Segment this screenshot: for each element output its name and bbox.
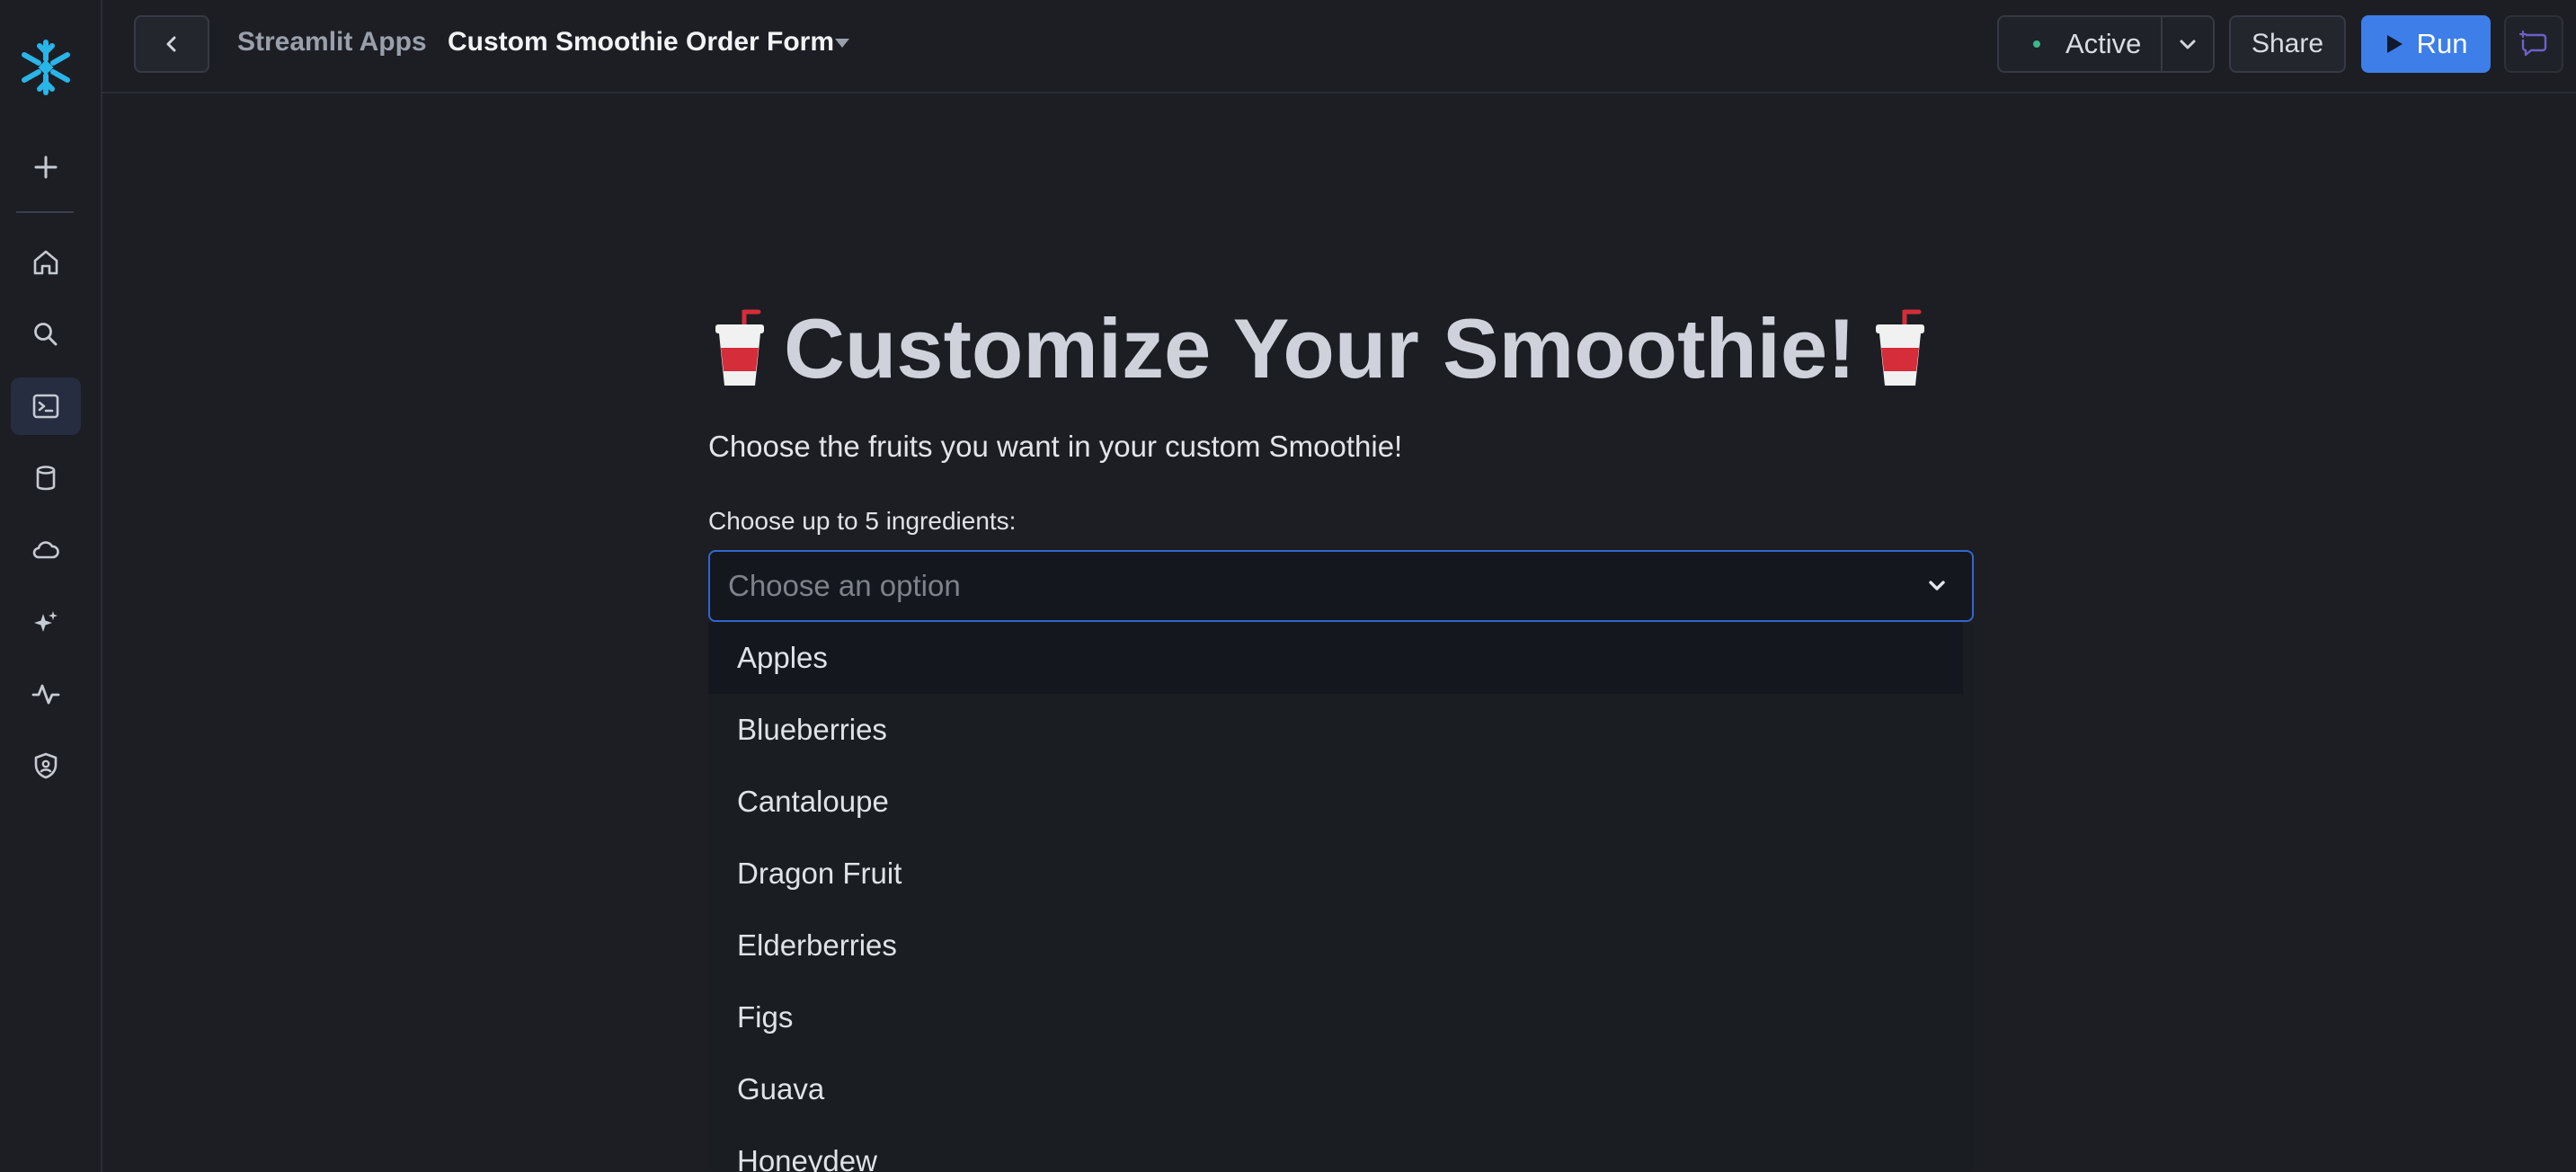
chevron-down-icon bbox=[2180, 40, 2196, 49]
chevron-left-icon bbox=[166, 36, 176, 52]
option-item[interactable]: Apples bbox=[708, 622, 1963, 694]
back-button[interactable] bbox=[134, 15, 209, 73]
chat-button[interactable] bbox=[2504, 15, 2563, 73]
activity-icon bbox=[31, 684, 60, 705]
ingredients-label: Choose up to 5 ingredients: bbox=[708, 507, 1017, 535]
status-dot-icon bbox=[2033, 40, 2040, 48]
option-item[interactable]: Figs bbox=[708, 981, 1974, 1053]
sidebar-item-projects[interactable] bbox=[11, 377, 81, 435]
page-subtitle: Choose the fruits you want in your custo… bbox=[708, 430, 1403, 463]
snowflake-logo[interactable] bbox=[16, 38, 76, 97]
run-button[interactable]: Run bbox=[2361, 15, 2491, 73]
sidebar-item-ai-ml[interactable] bbox=[11, 593, 81, 651]
run-button-label: Run bbox=[2416, 28, 2468, 59]
status-button[interactable]: Active bbox=[1999, 17, 2163, 71]
warehouse-status-control[interactable]: Active bbox=[1997, 15, 2215, 73]
option-item[interactable]: Guava bbox=[708, 1053, 1974, 1125]
option-item[interactable]: Elderberries bbox=[708, 910, 1974, 981]
cup-with-straw-icon bbox=[715, 309, 764, 386]
option-item[interactable]: Honeydew bbox=[708, 1125, 1974, 1172]
app-title[interactable]: Custom Smoothie Order Form bbox=[448, 27, 834, 58]
shield-icon bbox=[34, 752, 58, 779]
options-dropdown[interactable]: Apples Blueberries Cantaloupe Dragon Fru… bbox=[708, 622, 1974, 1172]
sidebar-item-data-products[interactable] bbox=[11, 521, 81, 579]
chat-plus-icon bbox=[2518, 30, 2547, 57]
play-icon bbox=[2386, 35, 2403, 53]
ingredients-multiselect[interactable]: Choose an option bbox=[708, 550, 1974, 622]
status-dropdown-button[interactable] bbox=[2163, 17, 2213, 71]
database-icon bbox=[36, 466, 56, 491]
top-bar: Streamlit Apps Custom Smoothie Order For… bbox=[102, 0, 2576, 93]
plus-icon bbox=[34, 155, 58, 179]
cup-with-straw-icon bbox=[1875, 309, 1924, 386]
home-icon bbox=[33, 250, 58, 275]
chevron-down-icon[interactable] bbox=[1923, 573, 1950, 599]
page-title-text: Customize Your Smoothie! bbox=[784, 301, 1856, 395]
option-item[interactable]: Cantaloupe bbox=[708, 766, 1974, 838]
breadcrumb-parent[interactable]: Streamlit Apps bbox=[237, 27, 427, 58]
app-content: Customize Your Smoothie! Choose the frui… bbox=[102, 93, 2576, 1172]
option-item[interactable]: Dragon Fruit bbox=[708, 838, 1974, 910]
page-title: Customize Your Smoothie! bbox=[708, 300, 1932, 397]
option-item[interactable]: Blueberries bbox=[708, 694, 1974, 766]
app-window: Streamlit Apps Custom Smoothie Order For… bbox=[0, 0, 2576, 1172]
caret-down-icon[interactable] bbox=[832, 36, 852, 50]
select-placeholder: Choose an option bbox=[728, 569, 961, 602]
left-sidebar bbox=[0, 0, 102, 1172]
sparkle-icon bbox=[34, 611, 58, 632]
sidebar-divider bbox=[16, 211, 74, 213]
sidebar-item-search[interactable] bbox=[11, 306, 81, 363]
search-icon bbox=[34, 323, 58, 346]
sidebar-item-home[interactable] bbox=[11, 234, 81, 291]
status-label: Active bbox=[2065, 28, 2142, 59]
create-button[interactable] bbox=[11, 138, 81, 196]
share-button[interactable]: Share bbox=[2229, 15, 2346, 73]
sidebar-item-admin[interactable] bbox=[11, 737, 81, 795]
cloud-icon bbox=[32, 541, 59, 559]
sidebar-item-monitoring[interactable] bbox=[11, 665, 81, 723]
terminal-icon bbox=[32, 394, 59, 419]
sidebar-item-data[interactable] bbox=[11, 449, 81, 507]
